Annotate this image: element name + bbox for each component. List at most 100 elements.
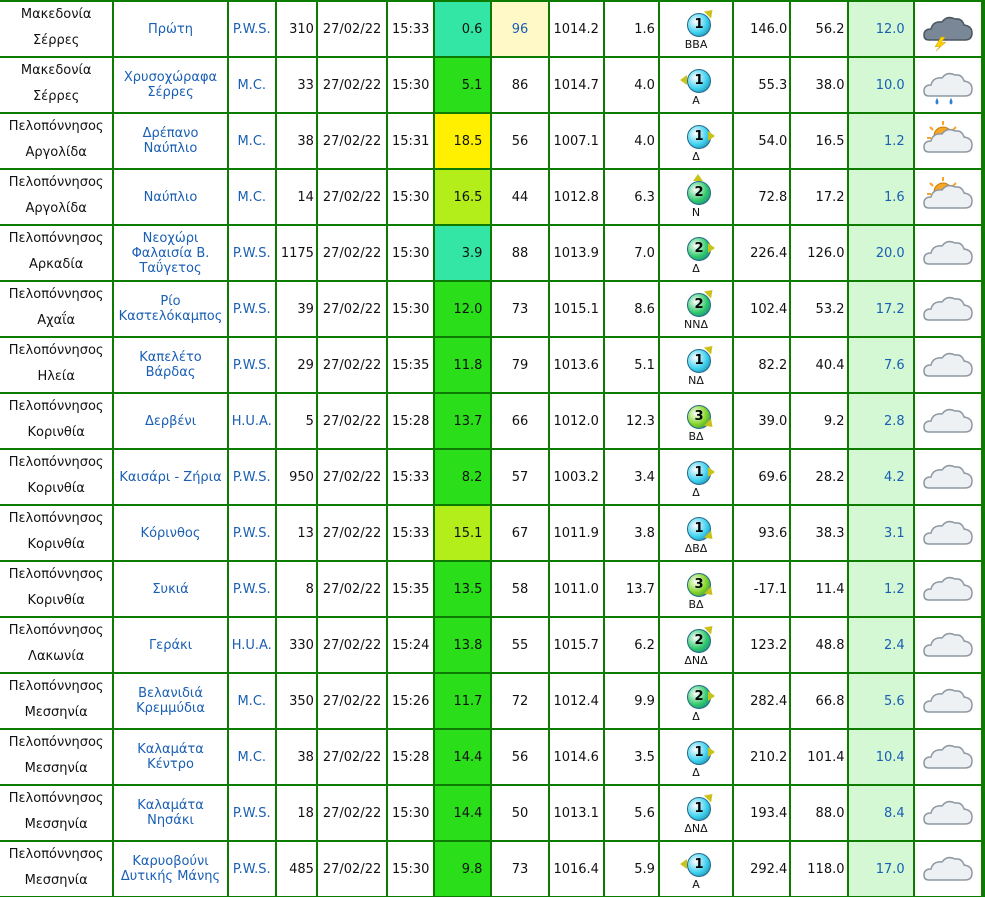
gust-link[interactable]: 20.0	[848, 226, 913, 280]
station-name[interactable]: Δρέπανο Ναύπλιο	[143, 126, 199, 156]
table-row: Πελοπόννησος Κορινθία Δερβένι H.U.A. 5 27/02/…	[0, 394, 981, 448]
table-row: Πελοπόννησος Αχαΐα Ρίο Καστελόκαμπος P.W.S.…	[0, 282, 981, 336]
station-type-link[interactable]: M.C.	[228, 58, 275, 112]
station-name[interactable]: Καλαμάτα Νησάκι	[137, 798, 204, 828]
pressure-cell: 1012.4	[549, 674, 603, 728]
station-link[interactable]: Συκιά	[114, 562, 227, 616]
station-type-link[interactable]: P.W.S.	[228, 506, 275, 560]
wind-cell: 3 ΒΔ	[659, 394, 733, 448]
wind-cell: 1Δ	[659, 114, 733, 168]
station-type-link[interactable]: P.W.S.	[228, 338, 275, 392]
gust-link[interactable]: 1.2	[848, 562, 913, 616]
station-link[interactable]: Καλαμάτα Νησάκι	[114, 786, 227, 840]
region-name: Πελοπόννησος	[8, 734, 104, 750]
station-name[interactable]: Χρυσοχώραφα Σέρρες	[124, 70, 217, 100]
station-link[interactable]: Καλαμάτα Κέντρο	[114, 730, 227, 784]
time-cell: 15:35	[388, 338, 434, 392]
gust-link[interactable]: 2.8	[848, 394, 913, 448]
station-link[interactable]: Δρέπανο Ναύπλιο	[114, 114, 227, 168]
gust-link[interactable]: 5.6	[848, 674, 913, 728]
gust-link[interactable]: 12.0	[848, 2, 913, 56]
wind-arrow-icon	[680, 74, 688, 85]
gust-link[interactable]: 17.0	[848, 842, 913, 896]
gust-link[interactable]: 17.2	[848, 282, 913, 336]
wind-glyph: 2	[678, 173, 714, 213]
pressure-cell: 1013.9	[549, 226, 603, 280]
gust-link[interactable]: 4.2	[848, 450, 913, 504]
gust-link[interactable]: 8.4	[848, 786, 913, 840]
station-name[interactable]: Γεράκι	[149, 638, 192, 653]
station-type-link[interactable]: M.C.	[228, 730, 275, 784]
rain-cell: 1.6	[604, 2, 658, 56]
station-type-link[interactable]: P.W.S.	[228, 226, 275, 280]
station-name[interactable]: Βελανιδιά Κρεμμύδια	[136, 686, 205, 716]
station-name[interactable]: Συκιά	[152, 582, 188, 597]
station-link[interactable]: Κόρινθος	[114, 506, 227, 560]
station-link[interactable]: Καπελέτο Βάρδας	[114, 338, 227, 392]
wind-cell: 1 ΔΝΔ	[659, 786, 733, 840]
station-type-link[interactable]: P.W.S.	[228, 786, 275, 840]
station-type-link[interactable]: P.W.S.	[228, 282, 275, 336]
station-name[interactable]: Καρυοβούνι Δυτικής Μάνης	[121, 854, 220, 884]
station-link[interactable]: Νεοχώρι Φαλαισία Β. Ταΰγετος	[114, 226, 227, 280]
station-name[interactable]: Καισάρι - Ζήρια	[119, 470, 221, 485]
station-type-link[interactable]: P.W.S.	[228, 842, 275, 896]
gust-link[interactable]: 7.6	[848, 338, 913, 392]
station-link[interactable]: Ναύπλιο	[114, 170, 227, 224]
station-type-link[interactable]: M.C.	[228, 674, 275, 728]
uv-cell: 17.2	[791, 170, 847, 224]
gust-link[interactable]: 2.4	[848, 618, 913, 672]
station-link[interactable]: Ρίο Καστελόκαμπος	[114, 282, 227, 336]
wind-force-badge: 1	[687, 796, 712, 821]
station-type-link[interactable]: M.C.	[228, 114, 275, 168]
station-name[interactable]: Δερβένι	[145, 414, 196, 429]
station-type-link[interactable]: H.U.A.	[228, 394, 275, 448]
station-link[interactable]: Χρυσοχώραφα Σέρρες	[114, 58, 227, 112]
region-name: Πελοπόννησος	[8, 566, 104, 582]
altitude-cell: 485	[276, 842, 316, 896]
station-type-link[interactable]: M.C.	[228, 170, 275, 224]
pressure-cell: 1003.2	[549, 450, 603, 504]
date-cell: 27/02/22	[317, 226, 387, 280]
rain-cell: 8.6	[604, 282, 658, 336]
station-type-link[interactable]: H.U.A.	[228, 618, 275, 672]
station-type-link[interactable]: P.W.S.	[228, 450, 275, 504]
station-name[interactable]: Καπελέτο Βάρδας	[139, 350, 201, 380]
altitude-cell: 29	[276, 338, 316, 392]
station-name[interactable]: Καλαμάτα Κέντρο	[137, 742, 204, 772]
station-link[interactable]: Καρυοβούνι Δυτικής Μάνης	[114, 842, 227, 896]
sun-cloud-icon	[923, 177, 973, 209]
station-link[interactable]: Βελανιδιά Κρεμμύδια	[114, 674, 227, 728]
station-name[interactable]: Πρώτη	[148, 22, 193, 37]
gust-link[interactable]: 10.0	[848, 58, 913, 112]
uv-cell: 88.0	[791, 786, 847, 840]
station-link[interactable]: Καισάρι - Ζήρια	[114, 450, 227, 504]
area-name: Αργολίδα	[25, 200, 87, 216]
station-name[interactable]: Ρίο Καστελόκαμπος	[119, 294, 223, 324]
gust-link[interactable]: 3.1	[848, 506, 913, 560]
rain-cell: 4.0	[604, 114, 658, 168]
cloud-icon	[923, 296, 973, 321]
gust-link[interactable]: 10.4	[848, 730, 913, 784]
station-name[interactable]: Νεοχώρι Φαλαισία Β. Ταΰγετος	[132, 231, 210, 276]
region-cell: Πελοπόννησος Κορινθία	[0, 450, 113, 504]
gust-link[interactable]: 1.6	[848, 170, 913, 224]
temperature-cell: 14.4	[435, 786, 491, 840]
rain-cell: 6.3	[604, 170, 658, 224]
station-link[interactable]: Δερβένι	[114, 394, 227, 448]
station-link[interactable]: Γεράκι	[114, 618, 227, 672]
cloud-icon	[923, 408, 973, 433]
station-name[interactable]: Ναύπλιο	[144, 190, 198, 205]
humidity-cell: 56	[492, 114, 548, 168]
radiation-cell: 72.8	[734, 170, 790, 224]
station-type-link[interactable]: P.W.S.	[228, 562, 275, 616]
humidity-cell: 57	[492, 450, 548, 504]
gust-link[interactable]: 1.2	[848, 114, 913, 168]
wind-cell: 2Δ	[659, 674, 733, 728]
wind-cell: 1 ΝΔ	[659, 338, 733, 392]
station-type-link[interactable]: P.W.S.	[228, 2, 275, 56]
station-name[interactable]: Κόρινθος	[141, 526, 201, 541]
radiation-cell: 55.3	[734, 58, 790, 112]
station-link[interactable]: Πρώτη	[114, 2, 227, 56]
temperature-cell: 16.5	[435, 170, 491, 224]
